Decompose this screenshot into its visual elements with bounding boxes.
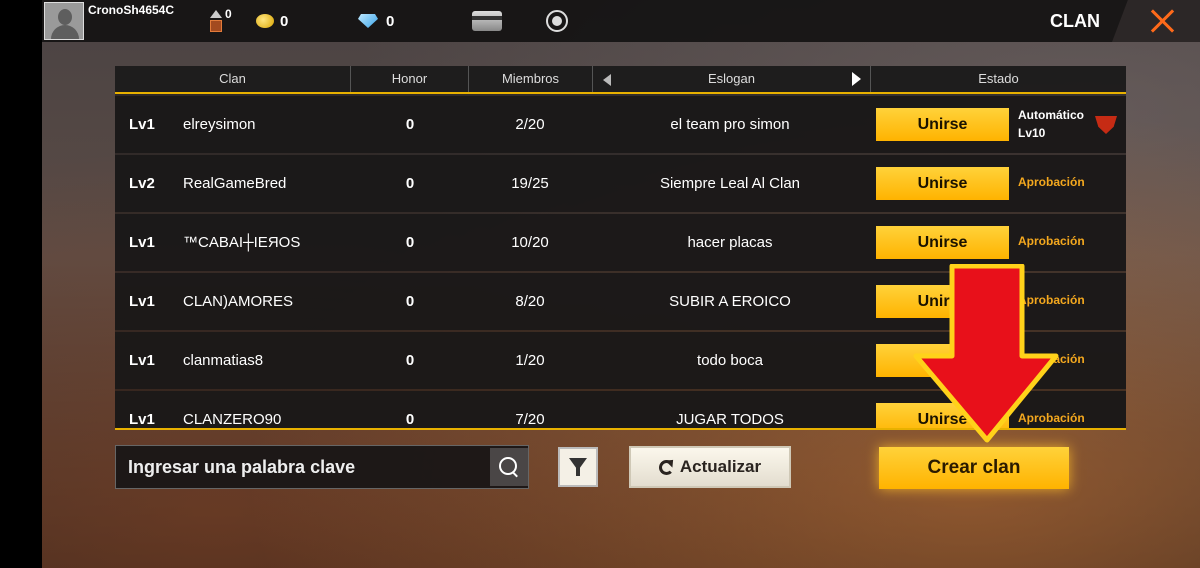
clan-name: CLANZERO90	[183, 411, 282, 428]
table-row[interactable]: Lv1 ™CABAI┼IEЯOS 0 10/20 hacer placas Un…	[115, 214, 1126, 271]
screen-title: CLAN	[1050, 11, 1100, 31]
refresh-icon	[658, 459, 674, 475]
clan-honor: 0	[405, 293, 415, 310]
globe-icon	[546, 10, 568, 32]
header-slogan: Eslogan	[593, 66, 871, 92]
clan-name: elreysimon	[183, 116, 256, 133]
diamond-count: 0	[386, 12, 395, 30]
clan-level: Lv1	[129, 234, 155, 251]
close-icon	[1149, 8, 1175, 34]
clan-members: 19/25	[511, 175, 549, 192]
header-status: Estado	[978, 71, 1019, 86]
create-clan-button[interactable]: Crear clan	[879, 447, 1069, 489]
top-bar: CronoSh4654C 0 0 0 CLAN	[42, 0, 1200, 42]
coin-icon	[256, 14, 274, 28]
clan-members: 7/20	[515, 411, 545, 428]
card-icon	[472, 11, 502, 31]
rank-stat: 0	[209, 0, 232, 42]
status-text: Aprobación	[1018, 234, 1085, 248]
clan-name: CLAN)AMORES	[183, 293, 294, 310]
clan-slogan: SUBIR A EROICO	[669, 293, 791, 310]
rank-icon	[209, 10, 223, 32]
header-members: Miembros	[469, 66, 593, 92]
table-row[interactable]: Lv2 RealGameBred 0 19/25 Siempre Leal Al…	[115, 155, 1126, 212]
status-mode: Automático	[1018, 108, 1084, 122]
close-button[interactable]	[1112, 0, 1200, 42]
clan-level: Lv1	[129, 293, 155, 310]
diamond-icon	[358, 14, 378, 28]
clan-honor: 0	[405, 116, 415, 133]
clan-level: Lv1	[129, 411, 155, 428]
table-header: Clan Honor Miembros Eslogan Estado	[115, 66, 1126, 94]
clan-honor: 0	[405, 234, 415, 251]
clan-slogan: hacer placas	[687, 234, 773, 251]
globe-button[interactable]	[546, 0, 568, 42]
coin-stat: 0	[256, 0, 288, 42]
clan-name: RealGameBred	[183, 175, 287, 192]
clan-members: 8/20	[515, 293, 545, 310]
join-button[interactable]: Unirse	[876, 167, 1009, 200]
avatar[interactable]	[44, 2, 84, 40]
status-text: Aprobación	[1018, 175, 1085, 189]
clan-slogan: Siempre Leal Al Clan	[659, 175, 801, 192]
header-honor: Honor	[351, 66, 469, 92]
username: CronoSh4654C	[88, 3, 175, 17]
search-input[interactable]	[116, 446, 488, 488]
filter-button[interactable]	[558, 447, 598, 487]
status-text: Automático Lv10	[1018, 106, 1084, 142]
refresh-label: Actualizar	[679, 457, 762, 476]
clan-badge-icon	[1095, 116, 1117, 134]
clan-level: Lv1	[129, 116, 155, 133]
refresh-button[interactable]: Actualizar	[629, 446, 791, 488]
clan-name: ™CABAI┼IEЯOS	[183, 234, 301, 251]
rank-count: 0	[225, 7, 232, 21]
red-arrow-icon	[913, 264, 1059, 443]
clan-slogan: el team pro simon	[670, 116, 790, 133]
clan-level: Lv2	[129, 175, 155, 192]
search-button[interactable]	[490, 448, 528, 486]
scroll-right-icon[interactable]	[852, 72, 861, 86]
scroll-left-icon[interactable]	[603, 74, 611, 86]
clan-name: clanmatias8	[183, 352, 264, 369]
clan-honor: 0	[405, 411, 415, 428]
join-button[interactable]: Unirse	[876, 108, 1009, 141]
table-row[interactable]: Lv1 elreysimon 0 2/20 el team pro simon …	[115, 96, 1126, 153]
clan-level: Lv1	[129, 352, 155, 369]
filter-icon	[569, 458, 587, 476]
clan-members: 10/20	[511, 234, 549, 251]
clan-slogan: todo boca	[697, 352, 763, 369]
coin-count: 0	[280, 12, 289, 30]
clan-honor: 0	[405, 352, 415, 369]
clan-members: 2/20	[515, 116, 545, 133]
search-icon	[499, 457, 519, 477]
header-clan: Clan	[115, 66, 351, 92]
join-button[interactable]: Unirse	[876, 226, 1009, 259]
clan-screen: CronoSh4654C 0 0 0 CLAN Clan Honor Miemb…	[42, 0, 1200, 568]
status-level: Lv10	[1018, 126, 1046, 140]
clan-slogan: JUGAR TODOS	[676, 411, 784, 428]
clan-honor: 0	[405, 175, 415, 192]
diamond-stat[interactable]: 0	[358, 0, 394, 42]
search-box	[115, 445, 529, 489]
card-button[interactable]	[472, 0, 502, 42]
clan-members: 1/20	[515, 352, 545, 369]
